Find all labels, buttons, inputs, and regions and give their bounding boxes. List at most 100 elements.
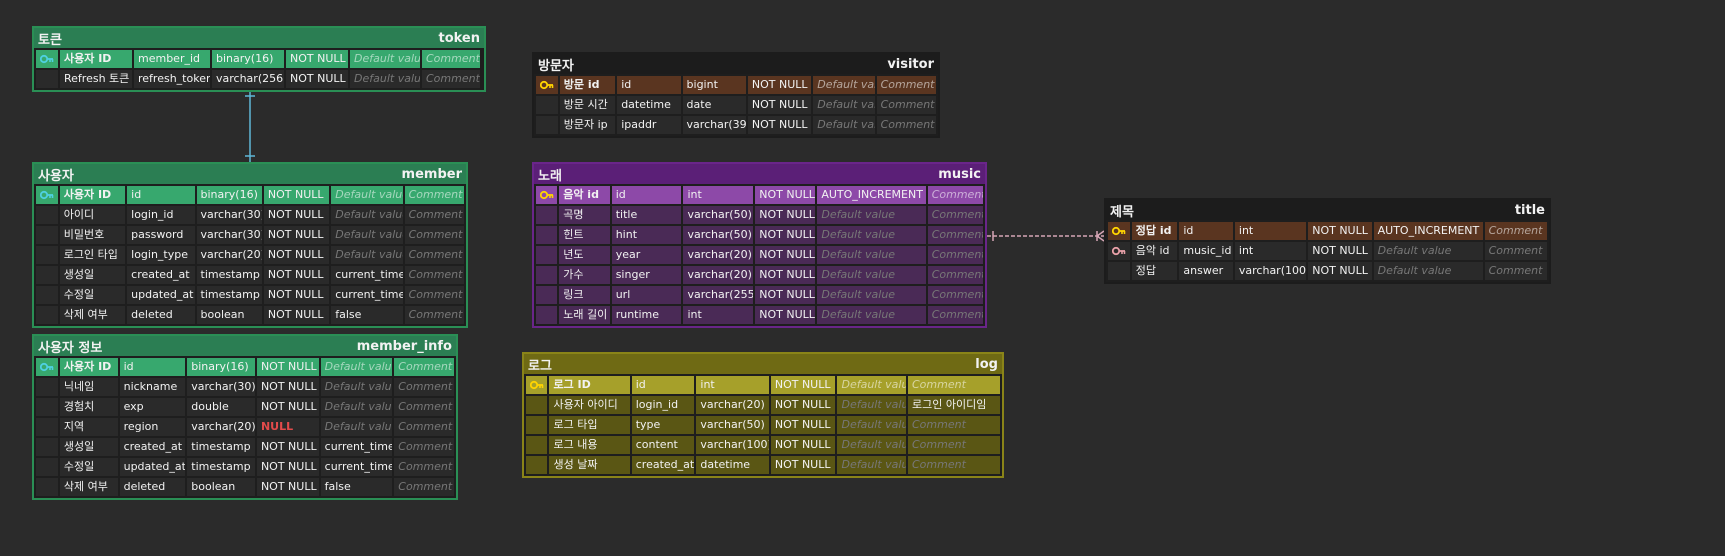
column-label[interactable]: 링크 — [559, 286, 610, 304]
column-nullable[interactable]: NULL — [256, 418, 319, 436]
column-label[interactable]: 생성일 — [59, 266, 126, 284]
column-name[interactable]: region — [119, 418, 186, 436]
primary-key-row[interactable]: 사용자 ID id binary(16) NOT NULL Default value C… — [36, 186, 464, 204]
column-label[interactable]: 수정일 — [59, 458, 118, 476]
column-default[interactable]: Default value — [1373, 242, 1483, 260]
column-nullable[interactable]: NOT NULL — [1308, 222, 1372, 240]
column-row[interactable]: 경험치 exp double NOT NULL Default value Comment — [36, 398, 454, 416]
column-default[interactable]: Default value — [817, 206, 926, 224]
column-name[interactable]: answer — [1179, 262, 1233, 280]
column-nullable[interactable]: NOT NULL — [1308, 262, 1372, 280]
column-name[interactable]: type — [631, 416, 695, 434]
column-default[interactable]: AUTO_INCREMENT — [1373, 222, 1483, 240]
column-name[interactable]: refresh_token — [134, 70, 210, 88]
column-comment[interactable]: Comment — [876, 96, 936, 114]
column-comment[interactable]: Comment — [876, 116, 936, 134]
column-name[interactable]: updated_at — [119, 458, 186, 476]
column-comment[interactable]: Comment — [927, 226, 984, 244]
column-nullable[interactable]: NOT NULL — [256, 458, 319, 476]
column-nullable[interactable]: NOT NULL — [770, 416, 836, 434]
column-name[interactable]: login_id — [631, 396, 695, 414]
column-label[interactable]: 로그 타입 — [549, 416, 630, 434]
column-label[interactable]: 정답 — [1131, 262, 1178, 280]
column-nullable[interactable]: NOT NULL — [256, 358, 319, 376]
primary-key-row[interactable]: 사용자 ID id binary(16) NOT NULL Default value C… — [36, 358, 454, 376]
column-nullable[interactable]: NOT NULL — [263, 306, 330, 324]
column-type[interactable]: int — [683, 306, 754, 324]
column-type[interactable]: double — [187, 398, 255, 416]
column-type[interactable]: binary(16) — [187, 358, 255, 376]
column-row[interactable]: 사용자 아이디 login_id varchar(20) NOT NULL Defaul… — [526, 396, 1000, 414]
column-comment[interactable]: 로그인 아이디임 — [908, 396, 1000, 414]
column-nullable[interactable]: NOT NULL — [755, 306, 816, 324]
column-nullable[interactable]: NOT NULL — [755, 286, 816, 304]
column-comment[interactable]: Comment — [394, 418, 454, 436]
column-nullable[interactable]: NOT NULL — [263, 186, 330, 204]
column-type[interactable]: varchar(255) — [683, 286, 754, 304]
column-nullable[interactable]: NOT NULL — [755, 226, 816, 244]
column-default[interactable]: Default value — [320, 358, 393, 376]
column-label[interactable]: 경험치 — [59, 398, 118, 416]
column-default[interactable]: Default value — [813, 76, 875, 94]
column-default[interactable]: current_time — [320, 438, 393, 456]
column-comment[interactable]: Comment — [404, 306, 464, 324]
column-default[interactable]: false — [331, 306, 403, 324]
column-name[interactable]: title — [611, 206, 682, 224]
column-row[interactable]: 지역 region varchar(20) NULL Default value Comm… — [36, 418, 454, 436]
column-default[interactable]: Default value — [813, 96, 875, 114]
column-default[interactable]: Default value — [331, 186, 403, 204]
column-default[interactable]: Default value — [817, 286, 926, 304]
column-row[interactable]: 로그 타입typevarchar(50)NOT NULLDefault valu… — [526, 416, 1000, 434]
column-type[interactable]: timestamp — [187, 438, 255, 456]
column-comment[interactable]: Comment — [404, 266, 464, 284]
column-row[interactable]: 닉네임 nickname varchar(30) NOT NULL Default va… — [36, 378, 454, 396]
column-default[interactable]: Default value — [817, 266, 926, 284]
column-row[interactable]: 방문 시간datetimedateNOT NULLDefault valueCo… — [536, 96, 936, 114]
table-title[interactable]: 제목 title 정답 id id int NOT NULL AUTO_INCREMENT C… — [1104, 198, 1551, 284]
column-type[interactable]: varchar(20) — [683, 246, 754, 264]
column-name[interactable]: hint — [611, 226, 682, 244]
column-row[interactable]: 년도 year varchar(20) NOT NULL Default value Co… — [536, 246, 984, 264]
column-name[interactable]: year — [611, 246, 682, 264]
column-type[interactable]: varchar(100) — [696, 436, 769, 454]
column-nullable[interactable]: NOT NULL — [286, 70, 348, 88]
column-type[interactable]: bigint — [682, 76, 746, 94]
column-row[interactable]: 힌트 hint varchar(50) NOT NULL Default value Co… — [536, 226, 984, 244]
column-name[interactable]: datetime — [617, 96, 681, 114]
column-row[interactable]: 수정일 updated_at timestamp NOT NULL current_ti… — [36, 458, 454, 476]
column-name[interactable]: created_at — [127, 266, 195, 284]
column-default[interactable]: Default value — [837, 456, 906, 474]
column-comment[interactable]: Comment — [404, 246, 464, 264]
column-type[interactable]: varchar(50) — [683, 206, 754, 224]
column-nullable[interactable]: NOT NULL — [747, 76, 812, 94]
column-label[interactable]: 로그인 타입 — [59, 246, 126, 264]
column-label[interactable]: 삭제 여부 — [59, 306, 126, 324]
column-default[interactable]: current_time — [320, 458, 393, 476]
column-nullable[interactable]: NOT NULL — [770, 396, 836, 414]
column-type[interactable]: varchar(20) — [187, 418, 255, 436]
column-label[interactable]: 삭제 여부 — [59, 478, 118, 496]
column-default[interactable]: Default value — [817, 226, 926, 244]
column-type[interactable]: timestamp — [196, 286, 262, 304]
column-comment[interactable]: Comment — [927, 286, 984, 304]
table-header[interactable]: 로그 log — [524, 354, 1002, 374]
column-type[interactable]: varchar(256) — [212, 70, 284, 88]
column-name[interactable]: id — [1179, 222, 1233, 240]
table-header[interactable]: 사용자 member — [34, 164, 466, 184]
column-type[interactable]: boolean — [187, 478, 255, 496]
column-comment[interactable]: Comment — [404, 286, 464, 304]
column-default[interactable]: Default value — [331, 226, 403, 244]
column-comment[interactable]: Comment — [394, 458, 454, 476]
column-nullable[interactable]: NOT NULL — [747, 96, 812, 114]
column-nullable[interactable]: NOT NULL — [770, 456, 836, 474]
column-name[interactable]: id — [119, 358, 186, 376]
table-member_info[interactable]: 사용자 정보 member_info 사용자 ID id binary(16) NOT N… — [32, 334, 458, 500]
column-comment[interactable]: Comment — [876, 76, 936, 94]
column-type[interactable]: int — [1234, 222, 1307, 240]
column-type[interactable]: varchar(30) — [187, 378, 255, 396]
column-row[interactable]: Refresh 토큰 refresh_token varchar(256) NOT N… — [36, 70, 482, 88]
column-default[interactable]: Default value — [320, 418, 393, 436]
column-row[interactable]: 노래 길이 runtime int NOT NULL Default value Comm… — [536, 306, 984, 324]
column-default[interactable]: Default value — [837, 396, 906, 414]
column-row[interactable]: 비밀번호 password varchar(30) NOT NULL Default v… — [36, 226, 464, 244]
